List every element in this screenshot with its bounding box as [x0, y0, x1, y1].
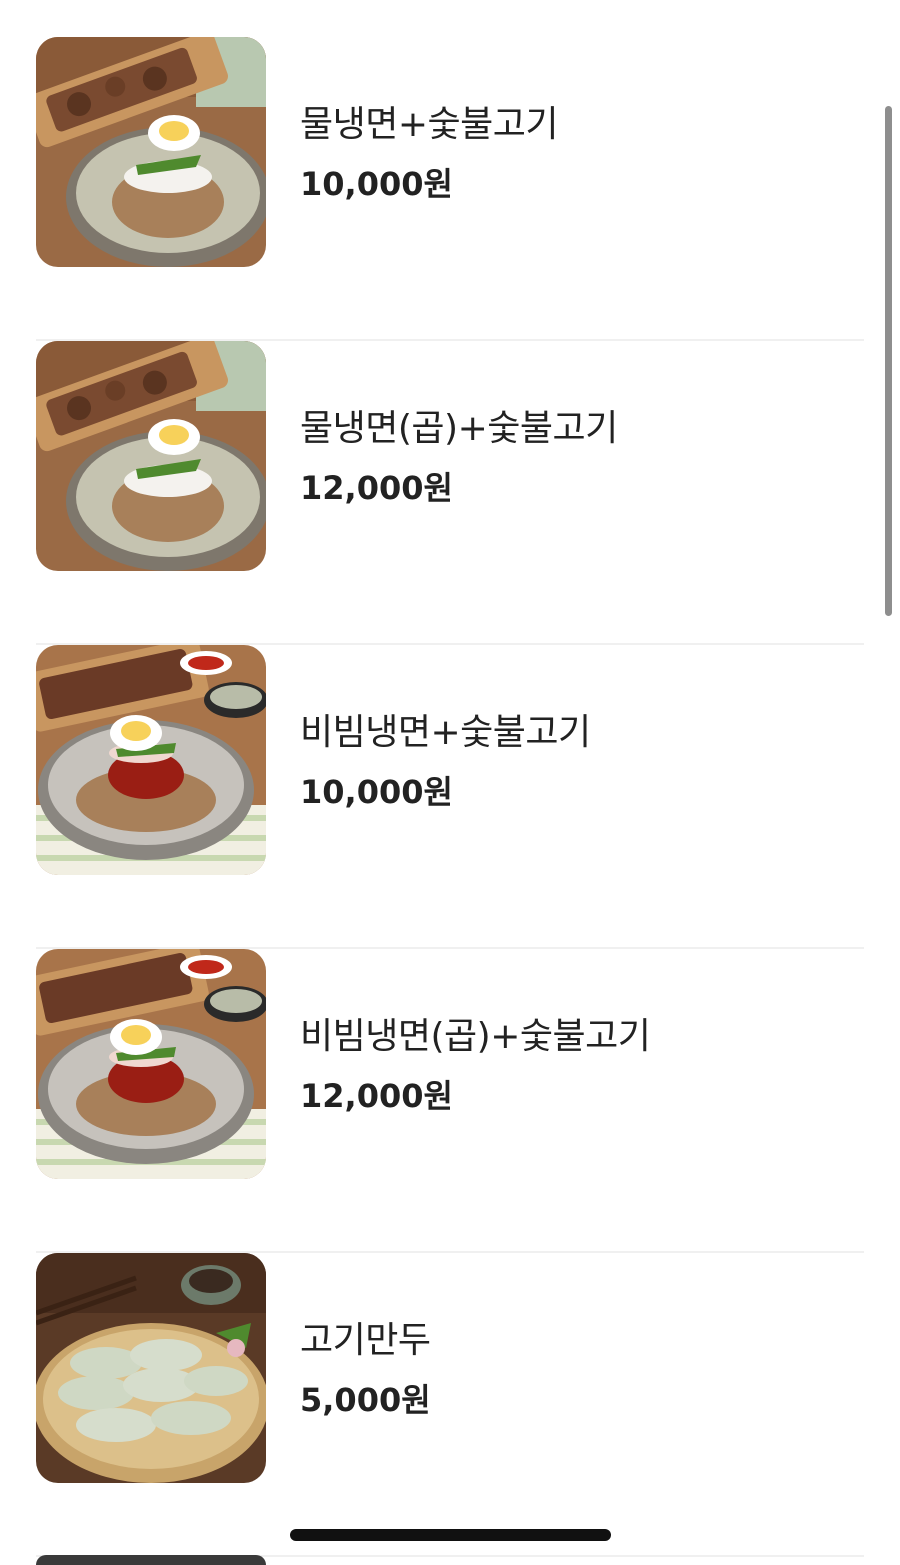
menu-item-photo [36, 1253, 266, 1483]
menu-item-bibim-naengmyeon-bulgogi[interactable]: 비빔냉면+숯불고기 10,000원 [36, 645, 864, 949]
menu-item-price: 10,000원 [300, 773, 453, 811]
menu-item-mul-naengmyeon-bulgogi[interactable]: 물냉면+숯불고기 10,000원 [36, 37, 864, 341]
menu-item-price: 10,000원 [300, 165, 453, 203]
next-item-photo-peek [36, 1555, 266, 1565]
menu-item-price: 5,000원 [300, 1381, 431, 1419]
menu-item-photo [36, 37, 266, 267]
menu-item-photo [36, 341, 266, 571]
scrollbar[interactable] [885, 106, 892, 616]
menu-list: 물냉면+숯불고기 10,000원 물냉면(곱)+숯불고기 12,000원 비빔냉… [0, 0, 900, 1560]
menu-item-name: 비빔냉면+숯불고기 [300, 712, 591, 753]
menu-item-name: 물냉면+숯불고기 [300, 104, 559, 145]
menu-item-name: 비빔냉면(곱)+숯불고기 [300, 1016, 651, 1057]
menu-item-bibim-naengmyeon-gop-bulgogi[interactable]: 비빔냉면(곱)+숯불고기 12,000원 [36, 949, 864, 1253]
menu-item-mul-naengmyeon-gop-bulgogi[interactable]: 물냉면(곱)+숯불고기 12,000원 [36, 341, 864, 645]
menu-item-name: 물냉면(곱)+숯불고기 [300, 408, 618, 449]
menu-item-price: 12,000원 [300, 469, 453, 507]
menu-item-photo [36, 645, 266, 875]
menu-item-gogi-mandu[interactable]: 고기만두 5,000원 [36, 1253, 864, 1557]
menu-item-price: 12,000원 [300, 1077, 453, 1115]
menu-item-name: 고기만두 [300, 1320, 431, 1361]
menu-item-photo [36, 949, 266, 1179]
home-indicator[interactable] [290, 1529, 611, 1541]
